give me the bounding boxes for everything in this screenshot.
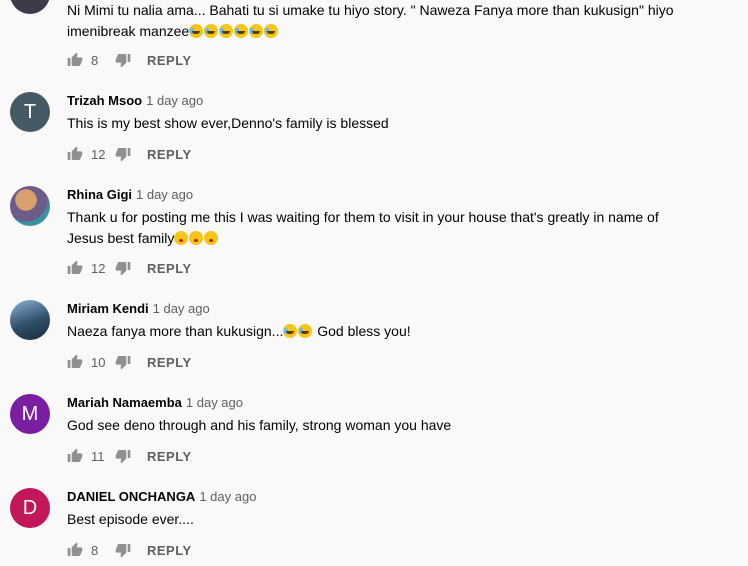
- like-count: 11: [91, 448, 105, 464]
- author-name[interactable]: Miriam Kendi: [67, 301, 149, 316]
- reply-button[interactable]: REPLY: [147, 53, 192, 68]
- comment-header: DANIEL ONCHANGA 1 day ago: [67, 489, 256, 504]
- reply-button[interactable]: REPLY: [147, 261, 192, 276]
- avatar[interactable]: [10, 186, 50, 226]
- like-count: 12: [91, 146, 106, 162]
- comment-time[interactable]: 1 day ago: [136, 187, 193, 202]
- thumbs-down-icon: [115, 54, 131, 68]
- thumbs-up-icon: [67, 260, 83, 274]
- comment-header: Miriam Kendi 1 day ago: [67, 301, 210, 316]
- thumbs-down-icon: [115, 148, 131, 162]
- thumbs-up-icon: [67, 448, 83, 462]
- thumbs-up-icon: [67, 146, 83, 160]
- author-name[interactable]: Mariah Namaemba: [67, 395, 182, 410]
- comment-time[interactable]: 1 day ago: [153, 301, 210, 316]
- comment-actions: 12 REPLY: [67, 142, 192, 166]
- comment-time[interactable]: 1 day ago: [146, 93, 203, 108]
- comment-text-line: imenibreak manzee: [67, 23, 190, 39]
- comment-text-line: Thank u for posting me this I was waitin…: [67, 209, 659, 225]
- comment-actions: 12 REPLY: [67, 256, 192, 280]
- avatar[interactable]: [10, 300, 50, 340]
- comment-actions: 10 REPLY: [67, 350, 192, 374]
- crying-emoji-icon: [283, 323, 313, 339]
- like-button[interactable]: [67, 52, 83, 68]
- like-button[interactable]: [67, 146, 83, 162]
- comment-text: God see deno through and his family, str…: [67, 417, 452, 433]
- reply-button[interactable]: REPLY: [147, 355, 192, 370]
- author-name[interactable]: Rhina Gigi: [67, 187, 132, 202]
- comment-text: This is my best show ever,Denno's family…: [67, 115, 389, 131]
- avatar-letter: T: [23, 100, 37, 123]
- thumbs-down-icon: [115, 450, 131, 464]
- avatar[interactable]: D: [10, 488, 50, 528]
- like-button[interactable]: [67, 448, 83, 464]
- reply-button[interactable]: REPLY: [147, 543, 192, 558]
- thumbs-up-icon: [67, 542, 83, 556]
- comment-text: Naeza fanya more than kukusign... God bl…: [67, 321, 717, 342]
- avatar[interactable]: T: [10, 92, 50, 132]
- dislike-button[interactable]: [115, 146, 131, 162]
- thumbs-down-icon: [115, 544, 131, 558]
- author-name[interactable]: Trizah Msoo: [67, 93, 142, 108]
- dislike-button[interactable]: [115, 260, 131, 276]
- thumbs-down-icon: [115, 262, 131, 276]
- like-count: 8: [91, 542, 99, 558]
- author-name[interactable]: DANIEL ONCHANGA: [67, 489, 195, 504]
- avatar-letter: D: [22, 496, 38, 519]
- comment-text: Ni Mimi tu nalia ama... Bahati tu si uma…: [67, 0, 717, 42]
- dislike-button[interactable]: [115, 448, 131, 464]
- like-count: 12: [91, 260, 106, 276]
- like-button[interactable]: [67, 542, 83, 558]
- thumbs-up-icon: [67, 52, 83, 66]
- dislike-button[interactable]: [115, 354, 131, 370]
- comment-text-line: Ni Mimi tu nalia ama... Bahati tu si uma…: [67, 2, 674, 18]
- comment-header: Trizah Msoo 1 day ago: [67, 93, 203, 108]
- avatar-letter: M: [21, 402, 39, 425]
- like-count: 10: [91, 354, 106, 370]
- comment-header: Rhina Gigi 1 day ago: [67, 187, 193, 202]
- kissing-emoji-icon: [174, 230, 219, 246]
- avatar[interactable]: M: [10, 394, 50, 434]
- thumbs-up-icon: [67, 354, 83, 368]
- reply-button[interactable]: REPLY: [147, 147, 192, 162]
- dislike-button[interactable]: [115, 52, 131, 68]
- comment-time[interactable]: 1 day ago: [199, 489, 256, 504]
- reply-button[interactable]: REPLY: [147, 449, 192, 464]
- comment-time[interactable]: 1 day ago: [186, 395, 243, 410]
- crying-emoji-icon: [189, 23, 279, 39]
- comment-actions: 11 REPLY: [67, 444, 192, 468]
- comment-actions: 8 REPLY: [67, 48, 192, 72]
- thumbs-down-icon: [115, 356, 131, 370]
- comment-text: Thank u for posting me this I was waitin…: [67, 207, 717, 249]
- like-count: 8: [91, 52, 99, 68]
- dislike-button[interactable]: [115, 542, 131, 558]
- comment-text-part: Naeza fanya more than kukusign...: [67, 323, 284, 339]
- comment-text: Best episode ever....: [67, 511, 194, 527]
- comment-text-line: Jesus best family: [67, 230, 175, 246]
- like-button[interactable]: [67, 354, 83, 370]
- comment-actions: 8 REPLY: [67, 538, 192, 562]
- comment-header: Mariah Namaemba 1 day ago: [67, 395, 243, 410]
- avatar[interactable]: [10, 0, 50, 14]
- comment-text-part: God bless you!: [317, 323, 411, 339]
- like-button[interactable]: [67, 260, 83, 276]
